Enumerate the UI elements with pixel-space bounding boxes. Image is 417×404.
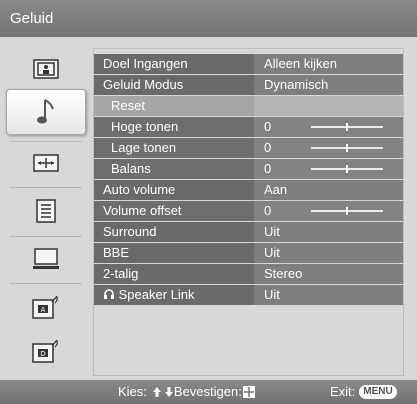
- row-value: 0: [264, 161, 272, 176]
- pc-monitor-icon: [33, 248, 59, 269]
- row-label: Lage tonen: [111, 140, 177, 155]
- select-label: Kies:: [118, 384, 147, 399]
- ok-button-icon: [242, 386, 255, 398]
- sidebar-item-screen[interactable]: [6, 143, 86, 183]
- arrow-up-icon: [152, 387, 161, 397]
- row-value: Uit: [254, 222, 403, 242]
- slider-knob[interactable]: [346, 165, 348, 173]
- confirm-label: Bevestigen:: [173, 384, 242, 399]
- slider-knob[interactable]: [346, 144, 348, 152]
- treble-slider[interactable]: [311, 123, 383, 131]
- sidebar-divider: [10, 283, 82, 284]
- row-label: Hoge tonen: [111, 119, 179, 134]
- svg-text:D: D: [40, 350, 45, 358]
- row-label: Geluid Modus: [103, 77, 184, 92]
- row-label: Balans: [111, 161, 151, 176]
- row-value: Stereo: [254, 264, 403, 284]
- setup-list-icon: [36, 199, 56, 223]
- menu-row-doel-ingangen[interactable]: Doel Ingangen Alleen kijken: [94, 54, 403, 74]
- arrow-down-icon: [164, 387, 173, 397]
- menu-row-bbe[interactable]: BBE Uit: [94, 243, 403, 263]
- sidebar-item-setup[interactable]: [6, 191, 86, 231]
- row-value: 0: [264, 203, 272, 218]
- row-value: Aan: [254, 180, 403, 200]
- menu-row-reset[interactable]: Reset: [94, 96, 403, 116]
- menu-header: Geluid: [0, 0, 417, 37]
- row-label: Volume offset: [103, 203, 182, 218]
- row-value: Uit: [254, 243, 403, 263]
- music-note-icon: [37, 99, 54, 124]
- row-label: Doel Ingangen: [103, 56, 188, 71]
- row-value: Dynamisch: [254, 75, 403, 95]
- row-value: 0: [264, 119, 272, 134]
- menu-title: Geluid: [10, 10, 54, 27]
- sidebar-item-digital[interactable]: D: [6, 331, 86, 371]
- sidebar-divider: [10, 187, 82, 188]
- menu-row-2-talig[interactable]: 2-talig Stereo: [94, 264, 403, 284]
- menu-row-volume-offset[interactable]: Volume offset 0: [94, 201, 403, 221]
- menu-row-balans[interactable]: Balans 0: [94, 159, 403, 179]
- menu-row-geluid-modus[interactable]: Geluid Modus Dynamisch: [94, 75, 403, 95]
- menu-row-speaker-link[interactable]: Speaker Link Uit: [94, 285, 403, 305]
- sidebar-item-pc[interactable]: [6, 239, 86, 279]
- volume-offset-slider[interactable]: [311, 207, 383, 215]
- row-label: Speaker Link: [118, 287, 195, 302]
- digital-antenna-icon: D: [32, 339, 58, 363]
- sidebar-item-picture[interactable]: [6, 49, 86, 89]
- row-label: Reset: [111, 98, 145, 113]
- row-value: [254, 96, 403, 116]
- bass-slider[interactable]: [311, 144, 383, 152]
- screen-adjust-icon: [33, 154, 59, 172]
- row-label: BBE: [103, 245, 130, 260]
- headphones-icon: [104, 289, 114, 299]
- row-label: Auto volume: [103, 182, 176, 197]
- slider-knob[interactable]: [346, 207, 348, 215]
- menu-key-badge: MENU: [359, 385, 397, 399]
- sidebar-item-analog[interactable]: A: [6, 287, 86, 327]
- analog-antenna-icon: A: [32, 295, 58, 319]
- row-value: 0: [264, 140, 272, 155]
- svg-text:A: A: [41, 306, 46, 314]
- exit-label: Exit:: [330, 384, 356, 399]
- menu-row-auto-volume[interactable]: Auto volume Aan: [94, 180, 403, 200]
- category-sidebar: A D: [6, 43, 86, 377]
- row-label: Surround: [103, 224, 157, 239]
- balance-slider[interactable]: [311, 165, 383, 173]
- row-label: 2-talig: [103, 266, 139, 281]
- sidebar-divider: [10, 236, 82, 237]
- row-value: Uit: [254, 285, 403, 305]
- help-bar: Kies: Bevestigen: Exit: MENU: [0, 380, 417, 404]
- slider-knob[interactable]: [346, 123, 348, 131]
- menu-row-hoge-tonen[interactable]: Hoge tonen 0: [94, 117, 403, 137]
- menu-row-lage-tonen[interactable]: Lage tonen 0: [94, 138, 403, 158]
- sidebar-divider: [10, 141, 82, 142]
- row-value: Alleen kijken: [254, 54, 403, 74]
- picture-icon: [33, 59, 59, 79]
- menu-row-surround[interactable]: Surround Uit: [94, 222, 403, 242]
- sidebar-item-sound[interactable]: [6, 89, 86, 135]
